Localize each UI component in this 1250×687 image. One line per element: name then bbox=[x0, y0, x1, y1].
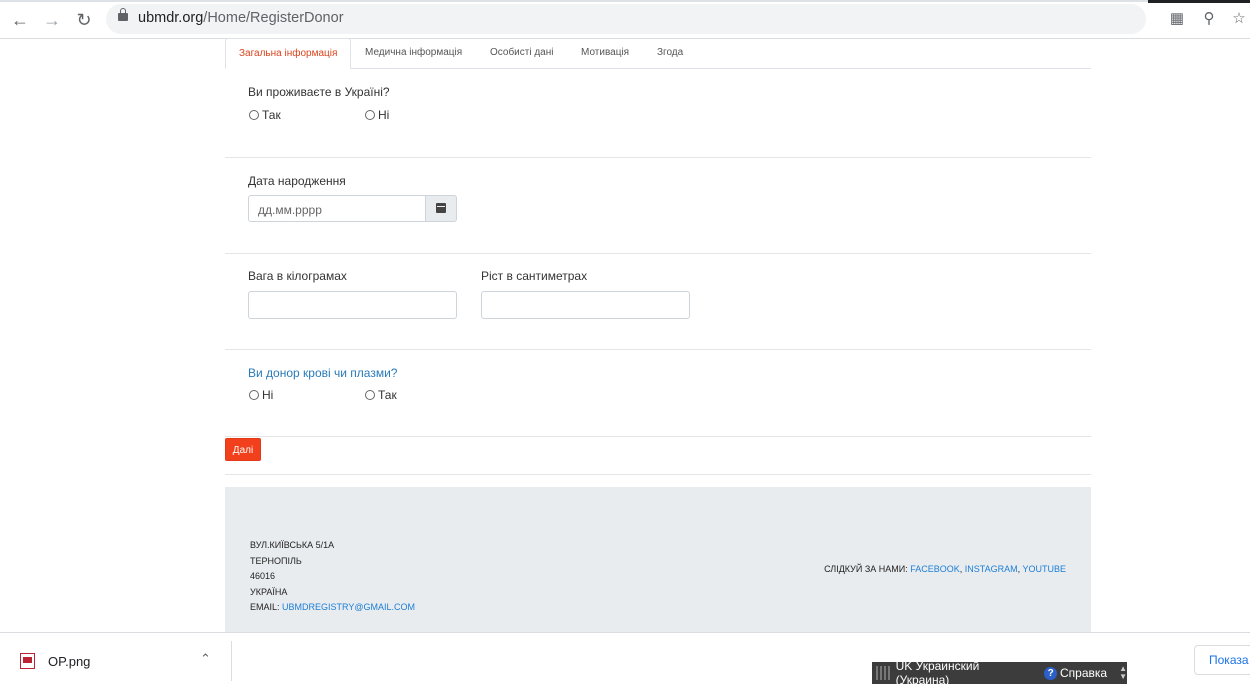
browser-toolbar: ← → ↻ ubmdr.org/Home/RegisterDonor ▦ ⚲ ☆ bbox=[0, 0, 1250, 39]
lock-icon bbox=[118, 8, 128, 21]
reload-icon[interactable]: ↻ bbox=[73, 9, 95, 31]
help-label[interactable]: Справка bbox=[1060, 666, 1107, 680]
radio-button[interactable] bbox=[249, 390, 259, 400]
url-path: /Home/RegisterDonor bbox=[203, 10, 344, 26]
window-controls-edge bbox=[1148, 0, 1250, 3]
donor-no-option[interactable]: Ні bbox=[249, 388, 273, 402]
tab-general-info[interactable]: Загальна інформація bbox=[225, 38, 352, 69]
calendar-icon bbox=[436, 203, 446, 213]
bookmark-star-icon[interactable]: ☆ bbox=[1230, 10, 1248, 28]
weight-label: Вага в кілограмах bbox=[248, 269, 347, 283]
birthdate-label: Дата народження bbox=[248, 174, 346, 188]
tab-motivation[interactable]: Мотивація bbox=[568, 38, 642, 68]
section-divider bbox=[225, 349, 1091, 350]
download-divider bbox=[231, 641, 232, 681]
youtube-link[interactable]: YOUTUBE bbox=[1022, 564, 1066, 574]
donor-yes-label: Так bbox=[378, 388, 397, 402]
zoom-icon[interactable]: ⚲ bbox=[1200, 10, 1218, 28]
url-host: ubmdr.org bbox=[138, 10, 204, 26]
tab-personal-data[interactable]: Особисті дані bbox=[477, 38, 567, 68]
url-text[interactable]: ubmdr.org/Home/RegisterDonor bbox=[138, 10, 344, 26]
grip-icon[interactable] bbox=[876, 666, 890, 680]
section-divider bbox=[225, 253, 1091, 254]
translate-icon[interactable]: ▦ bbox=[1168, 10, 1186, 28]
facebook-link[interactable]: FACEBOOK bbox=[910, 564, 960, 574]
address-country: УКРАЇНА bbox=[250, 587, 288, 597]
residence-no-option[interactable]: Ні bbox=[365, 108, 389, 122]
show-all-downloads-button[interactable]: Показа bbox=[1194, 645, 1250, 675]
language-taskbar: UK Украинский (Украина) ? Справка ▲ ▼ bbox=[872, 659, 1127, 687]
instagram-link[interactable]: INSTAGRAM bbox=[965, 564, 1018, 574]
radio-button[interactable] bbox=[365, 110, 375, 120]
next-button[interactable]: Далі bbox=[225, 438, 261, 461]
form-tabs: Загальна інформація Медична інформація О… bbox=[225, 38, 1091, 69]
tab-medical-info[interactable]: Медична інформація bbox=[352, 38, 475, 68]
email-link[interactable]: UBMDREGISTRY@GMAIL.COM bbox=[282, 602, 415, 612]
address-zip: 46016 bbox=[250, 571, 276, 581]
footer-email: EMAIL: UBMDREGISTRY@GMAIL.COM bbox=[250, 602, 415, 612]
donor-no-label: Ні bbox=[262, 388, 274, 402]
tab-strip-edge bbox=[0, 0, 1250, 2]
email-label: EMAIL: bbox=[250, 602, 280, 612]
section-divider bbox=[225, 436, 1091, 437]
residence-yes-option[interactable]: Так bbox=[249, 108, 281, 122]
back-arrow-icon[interactable]: ← bbox=[9, 9, 31, 31]
download-file-name[interactable]: OP.png bbox=[48, 654, 90, 669]
social-links: СЛІДКУЙ ЗА НАМИ: FACEBOOK, INSTAGRAM, YO… bbox=[824, 564, 1066, 574]
address-street: ВУЛ.КИЇВСЬКА 5/1А bbox=[250, 540, 335, 550]
png-file-icon bbox=[20, 653, 35, 669]
height-label: Ріст в сантиметрах bbox=[481, 269, 588, 283]
residence-question: Ви проживаєте в Україні? bbox=[248, 85, 390, 99]
language-indicator[interactable]: UK Украинский (Украина) bbox=[896, 659, 1033, 687]
follow-label: СЛІДКУЙ ЗА НАМИ: bbox=[824, 564, 908, 574]
birthdate-input[interactable]: дд.мм.рррр bbox=[248, 195, 426, 222]
weight-input[interactable] bbox=[248, 291, 457, 319]
forward-arrow-icon[interactable]: → bbox=[41, 9, 63, 31]
section-divider bbox=[225, 474, 1091, 475]
address-city: ТЕРНОПІЛЬ bbox=[250, 556, 302, 566]
donor-question: Ви донор крові чи плазми? bbox=[248, 366, 398, 380]
residence-yes-label: Так bbox=[262, 108, 281, 122]
residence-no-label: Ні bbox=[378, 108, 390, 122]
section-divider bbox=[225, 157, 1091, 158]
help-icon[interactable]: ? bbox=[1044, 666, 1057, 680]
radio-button[interactable] bbox=[365, 390, 375, 400]
radio-button[interactable] bbox=[249, 110, 259, 120]
tab-consent[interactable]: Згода bbox=[644, 38, 696, 68]
address-bar[interactable]: ubmdr.org/Home/RegisterDonor bbox=[106, 4, 1146, 34]
chevron-up-icon[interactable]: ⌃ bbox=[200, 651, 211, 667]
calendar-button[interactable] bbox=[426, 195, 457, 222]
height-input[interactable] bbox=[481, 291, 690, 319]
donor-yes-option[interactable]: Так bbox=[365, 388, 397, 402]
site-footer: ВУЛ.КИЇВСЬКА 5/1А ТЕРНОПІЛЬ 46016 УКРАЇН… bbox=[225, 487, 1091, 633]
options-arrow-icon[interactable]: ▲ ▼ bbox=[1119, 665, 1127, 681]
